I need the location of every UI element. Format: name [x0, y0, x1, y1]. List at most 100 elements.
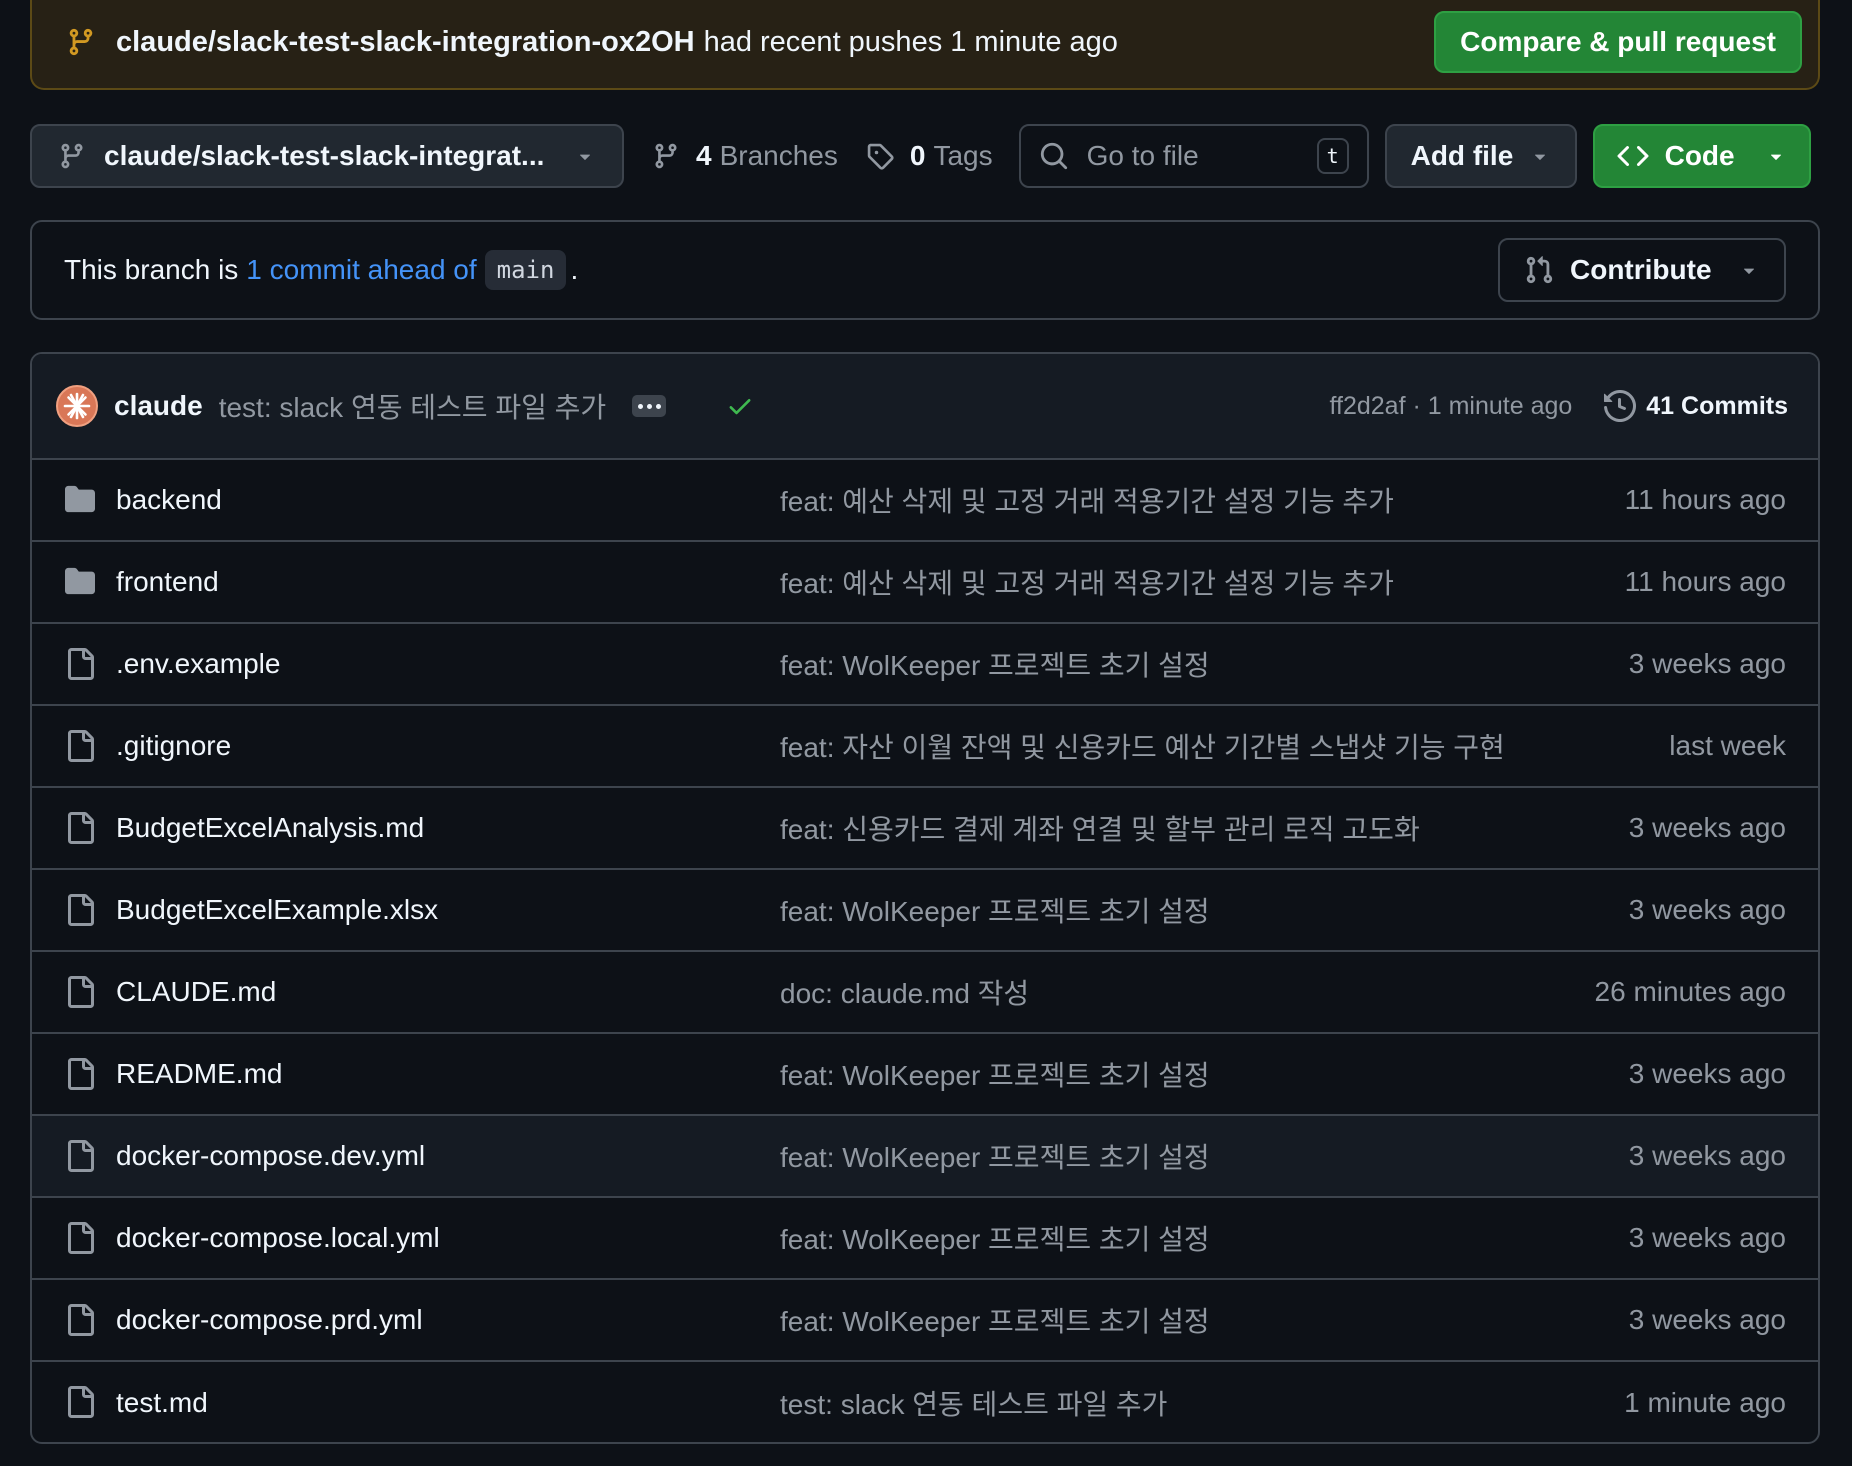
file-list-table: claude test: slack 연동 테스트 파일 추가 ff2d2af … [30, 352, 1820, 1444]
file-name-link[interactable]: BudgetExcelAnalysis.md [116, 812, 424, 844]
tags-link[interactable]: 0 Tags [866, 140, 993, 172]
latest-commit-message[interactable]: test: slack 연동 테스트 파일 추가 [219, 386, 606, 426]
file-commit-message-link[interactable]: feat: WolKeeper 프로젝트 초기 설정 [780, 1300, 1210, 1340]
git-pull-request-icon [1524, 255, 1554, 285]
file-commit-time: 1 minute ago [1624, 1387, 1786, 1418]
file-name-link[interactable]: CLAUDE.md [116, 976, 276, 1008]
compare-pull-request-button[interactable]: Compare & pull request [1434, 11, 1802, 73]
file-name-link[interactable]: docker-compose.local.yml [116, 1222, 440, 1254]
ahead-suffix-text: . [570, 254, 579, 285]
file-commit-message-link[interactable]: feat: WolKeeper 프로젝트 초기 설정 [780, 1218, 1210, 1258]
file-icon [64, 1304, 96, 1336]
code-button-label: Code [1664, 140, 1735, 171]
file-commit-time: 3 weeks ago [1628, 1140, 1786, 1171]
chevron-down-icon [574, 145, 596, 167]
contribute-button[interactable]: Contribute [1498, 238, 1786, 302]
branches-link[interactable]: 4 Branches [652, 140, 838, 172]
branches-count: 4 [696, 140, 712, 171]
file-commit-message-link[interactable]: feat: WolKeeper 프로젝트 초기 설정 [780, 1054, 1210, 1094]
table-row[interactable]: .env.example feat: WolKeeper 프로젝트 초기 설정 3 … [32, 624, 1818, 706]
code-icon [1617, 140, 1649, 172]
file-icon [64, 1140, 96, 1172]
ellipsis-icon[interactable] [632, 395, 667, 417]
commits-history-link[interactable]: 41 Commits [1604, 390, 1788, 422]
table-row[interactable]: .gitignore feat: 자산 이월 잔액 및 신용카드 예산 기간별 스… [32, 706, 1818, 788]
git-branch-icon [652, 142, 680, 170]
branch-selector-label: claude/slack-test-slack-integrat... [104, 140, 545, 171]
keyboard-shortcut-hint: t [1316, 138, 1349, 174]
file-commit-time: last week [1669, 730, 1786, 761]
table-row[interactable]: frontend feat: 예산 삭제 및 고정 거래 적용기간 설정 기능 추… [32, 542, 1818, 624]
file-commit-message-link[interactable]: feat: WolKeeper 프로젝트 초기 설정 [780, 890, 1210, 930]
file-commit-time: 11 hours ago [1624, 566, 1786, 597]
file-icon [64, 1058, 96, 1090]
file-icon [64, 1386, 96, 1418]
file-commit-time: 11 hours ago [1624, 484, 1786, 515]
file-commit-time: 3 weeks ago [1628, 812, 1786, 843]
avatar[interactable] [56, 385, 98, 427]
file-name-link[interactable]: test.md [116, 1387, 208, 1419]
file-name-link[interactable]: frontend [116, 566, 219, 598]
commit-sha-time[interactable]: ff2d2af · 1 minute ago [1330, 392, 1573, 421]
pushed-branch-name[interactable]: claude/slack-test-slack-integration-ox2O… [116, 26, 695, 59]
tag-icon [866, 142, 894, 170]
file-name-link[interactable]: BudgetExcelExample.xlsx [116, 894, 438, 926]
branch-selector-button[interactable]: claude/slack-test-slack-integrat... [30, 124, 624, 188]
file-commit-message-link[interactable]: feat: 예산 삭제 및 고정 거래 적용기간 설정 기능 추가 [780, 480, 1394, 520]
file-commit-message-link[interactable]: feat: WolKeeper 프로젝트 초기 설정 [780, 1136, 1210, 1176]
add-file-button[interactable]: Add file [1384, 124, 1577, 188]
check-icon[interactable] [726, 392, 754, 420]
file-name-link[interactable]: .env.example [116, 648, 280, 680]
repo-toolbar: claude/slack-test-slack-integrat... 4 Br… [30, 124, 1820, 188]
code-button[interactable]: Code [1592, 124, 1811, 188]
commits-count-label: 41 Commits [1646, 391, 1788, 420]
file-commit-message-link[interactable]: feat: 신용카드 결제 계좌 연결 및 할부 관리 로직 고도화 [780, 808, 1420, 848]
table-row[interactable]: CLAUDE.md doc: claude.md 작성 26 minutes ago [32, 952, 1818, 1034]
tags-count: 0 [909, 140, 926, 171]
table-row[interactable]: docker-compose.prd.yml feat: WolKeeper 프로… [32, 1280, 1818, 1362]
chevron-down-icon [1738, 259, 1760, 281]
file-name-link[interactable]: backend [116, 484, 222, 516]
table-row[interactable]: docker-compose.dev.yml feat: WolKeeper 프로… [32, 1116, 1818, 1198]
file-commit-message-link[interactable]: feat: 자산 이월 잔액 및 신용카드 예산 기간별 스냅샷 기능 구현 [780, 726, 1505, 766]
commits-ahead-link[interactable]: 1 commit ahead of [246, 254, 476, 286]
file-commit-message-link[interactable]: feat: WolKeeper 프로젝트 초기 설정 [780, 644, 1210, 684]
table-row[interactable]: BudgetExcelAnalysis.md feat: 신용카드 결제 계좌 연… [32, 788, 1818, 870]
claude-spark-icon [63, 392, 91, 420]
file-icon [64, 1222, 96, 1254]
table-row[interactable]: BudgetExcelExample.xlsx feat: WolKeeper 프… [32, 870, 1818, 952]
table-row[interactable]: docker-compose.local.yml feat: WolKeeper … [32, 1198, 1818, 1280]
push-status-text: had recent pushes 1 minute ago [703, 25, 1118, 58]
file-commit-message-link[interactable]: feat: 예산 삭제 및 고정 거래 적용기간 설정 기능 추가 [780, 562, 1394, 602]
latest-commit-header: claude test: slack 연동 테스트 파일 추가 ff2d2af … [32, 354, 1818, 460]
base-branch-tag: main [484, 250, 567, 290]
file-commit-time: 3 weeks ago [1628, 894, 1786, 925]
table-row[interactable]: test.md test: slack 연동 테스트 파일 추가 1 minute … [32, 1362, 1818, 1442]
file-name-link[interactable]: docker-compose.prd.yml [116, 1304, 423, 1336]
branch-comparison-box: This branch is 1 commit ahead of main . … [30, 220, 1820, 320]
file-commit-time: 3 weeks ago [1628, 1222, 1786, 1253]
table-row[interactable]: backend feat: 예산 삭제 및 고정 거래 적용기간 설정 기능 추가… [32, 460, 1818, 542]
file-icon [64, 812, 96, 844]
table-row[interactable]: README.md feat: WolKeeper 프로젝트 초기 설정 3 wee… [32, 1034, 1818, 1116]
file-commit-message-link[interactable]: doc: claude.md 작성 [780, 972, 1029, 1012]
chevron-down-icon [1765, 145, 1787, 167]
recent-push-banner: claude/slack-test-slack-integration-ox2O… [30, 0, 1820, 90]
file-icon [64, 894, 96, 926]
commit-author[interactable]: claude [114, 390, 203, 422]
file-commit-time: 26 minutes ago [1594, 976, 1786, 1007]
contribute-label: Contribute [1570, 254, 1712, 285]
git-branch-icon [66, 27, 96, 57]
search-placeholder: Go to file [1086, 140, 1199, 171]
file-icon [64, 730, 96, 762]
file-name-link[interactable]: .gitignore [116, 730, 231, 762]
file-name-link[interactable]: README.md [116, 1058, 282, 1090]
file-name-link[interactable]: docker-compose.dev.yml [116, 1140, 425, 1172]
go-to-file-search[interactable]: Go to file t [1018, 124, 1369, 188]
ahead-prefix-text: This branch is [64, 254, 239, 285]
file-commit-time: 3 weeks ago [1628, 648, 1786, 679]
file-commit-message-link[interactable]: test: slack 연동 테스트 파일 추가 [780, 1383, 1167, 1423]
file-icon [64, 976, 96, 1008]
file-commit-time: 3 weeks ago [1628, 1058, 1786, 1089]
folder-icon [64, 484, 96, 514]
